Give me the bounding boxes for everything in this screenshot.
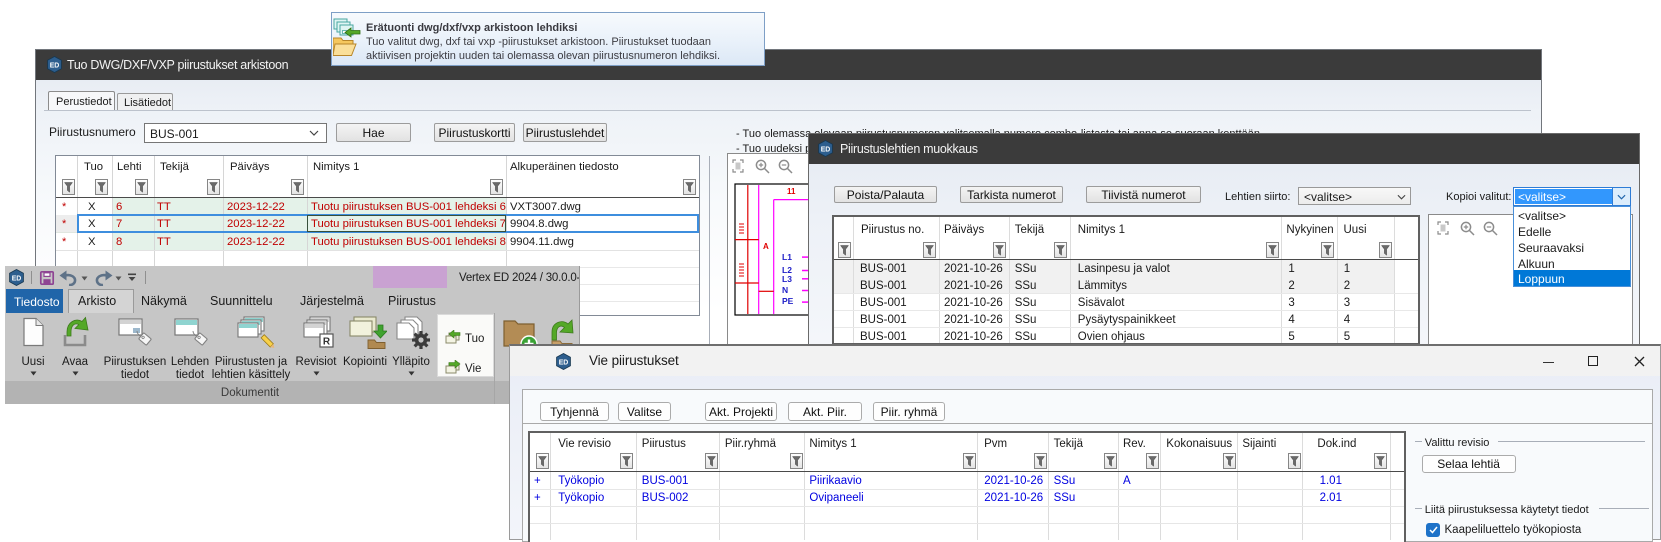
svg-text:11: 11 xyxy=(787,187,796,196)
svg-text:ED: ED xyxy=(821,146,831,153)
svg-text:ED: ED xyxy=(50,62,60,69)
svg-text:ED: ED xyxy=(12,275,22,282)
svg-text:L1: L1 xyxy=(782,252,792,262)
svg-text:L3: L3 xyxy=(782,274,792,284)
svg-text:R: R xyxy=(323,337,331,348)
svg-text:ED: ED xyxy=(559,359,569,366)
svg-text:A: A xyxy=(763,242,769,251)
svg-text:N: N xyxy=(782,285,788,295)
svg-text:PE: PE xyxy=(782,296,794,306)
